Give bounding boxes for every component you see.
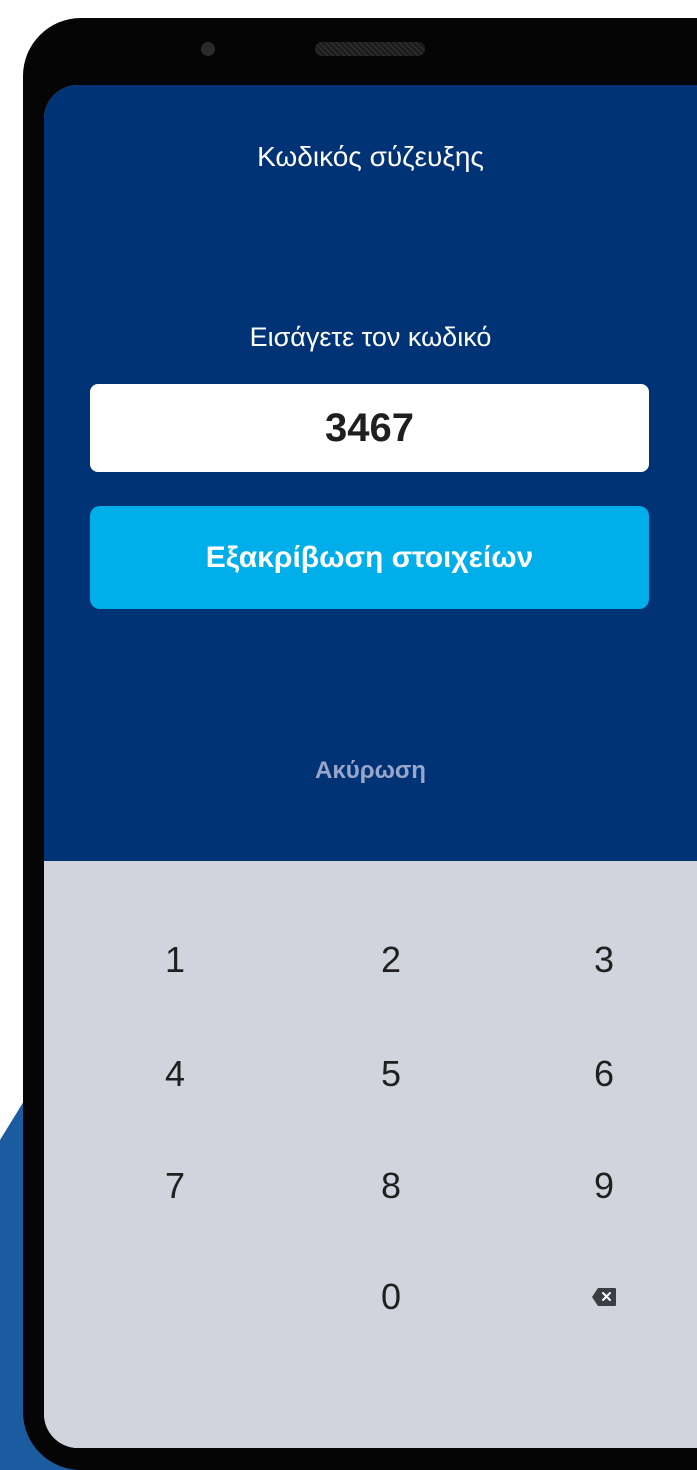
keypad-key-6[interactable]: 6 xyxy=(544,1039,664,1109)
backspace-key[interactable] xyxy=(544,1262,664,1332)
numeric-keypad: 1 2 3 4 5 6 7 8 9 0 xyxy=(44,861,697,1448)
cancel-button[interactable]: Ακύρωση xyxy=(44,757,697,785)
keypad-key-9[interactable]: 9 xyxy=(544,1151,664,1221)
pairing-panel: Κωδικός σύζευξης Εισάγετε τον κωδικό 346… xyxy=(44,85,697,861)
verify-button[interactable]: Εξακρίβωση στοιχείων xyxy=(90,506,649,609)
keypad-key-5[interactable]: 5 xyxy=(331,1039,451,1109)
page-title: Κωδικός σύζευξης xyxy=(257,141,484,172)
code-prompt: Εισάγετε τον κωδικό xyxy=(249,322,492,352)
keypad-key-0[interactable]: 0 xyxy=(331,1262,451,1332)
backspace-icon xyxy=(592,1288,616,1306)
pairing-code-input[interactable]: 3467 xyxy=(90,384,649,472)
keypad-key-8[interactable]: 8 xyxy=(331,1151,451,1221)
keypad-key-2[interactable]: 2 xyxy=(331,925,451,995)
keypad-key-3[interactable]: 3 xyxy=(544,925,664,995)
keypad-key-7[interactable]: 7 xyxy=(115,1151,235,1221)
keypad-key-4[interactable]: 4 xyxy=(115,1039,235,1109)
phone-screen: Κωδικός σύζευξης Εισάγετε τον κωδικό 346… xyxy=(44,85,697,1448)
keypad-key-1[interactable]: 1 xyxy=(115,925,235,995)
camera-icon xyxy=(201,42,215,56)
phone-frame: Κωδικός σύζευξης Εισάγετε τον κωδικό 346… xyxy=(23,18,697,1470)
speaker-grille xyxy=(315,42,425,56)
